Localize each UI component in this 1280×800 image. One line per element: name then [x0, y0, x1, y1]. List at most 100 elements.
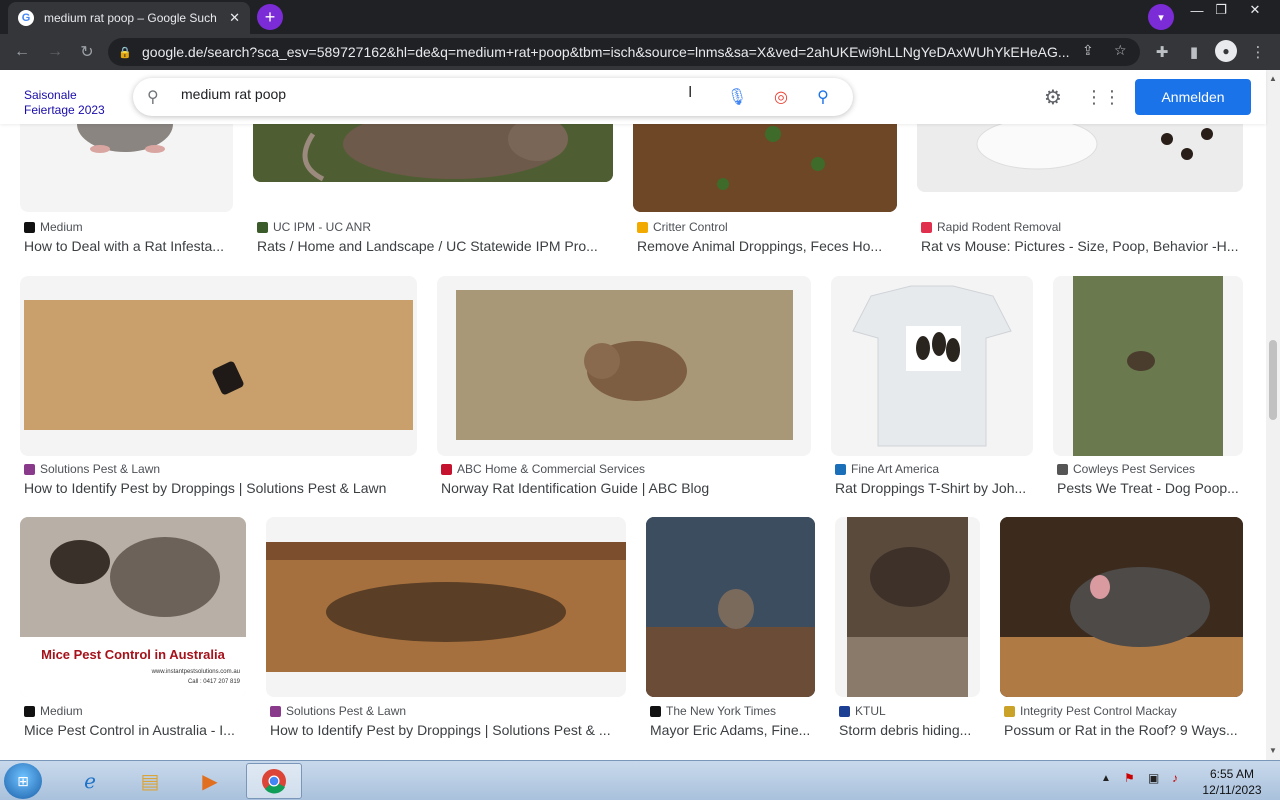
tab-title: medium rat poop – Google Such	[44, 11, 217, 25]
result-thumbnail[interactable]	[253, 124, 613, 182]
result-thumbnail[interactable]	[633, 124, 897, 212]
result-thumbnail[interactable]	[831, 276, 1033, 456]
favicon-icon	[24, 463, 35, 475]
result-source: Medium	[24, 704, 83, 718]
favicon-icon	[650, 705, 661, 717]
network-icon[interactable]: ▣	[1148, 771, 1159, 785]
result-source: Medium	[24, 220, 83, 234]
favicon-icon	[24, 705, 35, 717]
favicon-icon	[270, 705, 281, 717]
favicon-icon	[24, 221, 35, 233]
image-results-grid: Medium How to Deal with a Rat Infesta...…	[0, 124, 1266, 760]
google-apps-icon[interactable]: ⋮⋮	[1085, 85, 1121, 109]
browser-toolbar: ← → ↻ 🔒 google.de/search?sca_esv=5897271…	[0, 34, 1280, 70]
result-thumbnail[interactable]	[917, 124, 1243, 192]
windows-start-button[interactable]: ⊞	[4, 763, 42, 799]
result-title[interactable]: Possum or Rat in the Roof? 9 Ways...	[1004, 722, 1240, 738]
profile-avatar-icon[interactable]: ●	[1215, 40, 1237, 62]
favicon-icon	[835, 463, 846, 475]
favicon-icon	[921, 221, 932, 233]
reload-icon[interactable]: ↻	[76, 41, 98, 63]
ad-phone: Call : 0417 207 819	[187, 679, 240, 685]
scroll-down-arrow-icon[interactable]: ▼	[1269, 746, 1277, 755]
result-thumbnail[interactable]	[1000, 517, 1243, 697]
microphone-icon[interactable]: 🎙	[727, 87, 747, 107]
window-close-button[interactable]: ✕	[1240, 0, 1270, 20]
url-text[interactable]: google.de/search?sca_esv=589727162&hl=de…	[142, 44, 1072, 60]
favicon-icon	[257, 221, 268, 233]
ad-site: www.instantpestsolutions.com.au	[151, 669, 240, 675]
active-tab[interactable]: G medium rat poop – Google Such ✕	[8, 2, 250, 34]
media-player-icon[interactable]: ▶	[182, 763, 238, 799]
favicon-icon	[839, 705, 850, 717]
extensions-puzzle-icon[interactable]: ✚	[1152, 42, 1172, 62]
flag-icon[interactable]: ⚑	[1124, 771, 1135, 785]
signin-button[interactable]: Anmelden	[1135, 79, 1251, 115]
google-favicon-icon: G	[18, 10, 34, 26]
forward-arrow-icon[interactable]: →	[44, 41, 66, 63]
result-source: Fine Art America	[835, 462, 939, 476]
page-scrollbar[interactable]: ▲ ▼	[1266, 70, 1280, 760]
scroll-up-arrow-icon[interactable]: ▲	[1269, 74, 1277, 83]
result-title[interactable]: Rats / Home and Landscape / UC Statewide…	[257, 238, 607, 254]
result-title[interactable]: Remove Animal Droppings, Feces Ho...	[637, 238, 887, 254]
result-title[interactable]: Norway Rat Identification Guide | ABC Bl…	[441, 480, 811, 496]
result-thumbnail[interactable]	[646, 517, 815, 697]
text-cursor-icon: I	[688, 84, 693, 101]
result-thumbnail[interactable]: Mice Pest Control in Australia www.insta…	[20, 517, 246, 697]
result-title[interactable]: How to Identify Pest by Droppings | Solu…	[270, 722, 620, 738]
search-input[interactable]	[181, 86, 681, 102]
search-submit-icon[interactable]: ⚲	[813, 87, 833, 107]
file-explorer-icon[interactable]: ▤	[122, 763, 178, 799]
search-icon: ⚲	[147, 89, 159, 106]
result-title[interactable]: Rat vs Mouse: Pictures - Size, Poop, Beh…	[921, 238, 1241, 254]
tab-search-chevron-icon[interactable]: ▾	[1148, 4, 1174, 30]
favicon-icon	[1004, 705, 1015, 717]
volume-icon[interactable]: ♪	[1172, 771, 1178, 785]
result-source: Critter Control	[637, 220, 728, 234]
result-title[interactable]: How to Identify Pest by Droppings | Solu…	[24, 480, 419, 496]
result-thumbnail[interactable]	[266, 517, 626, 697]
result-source: Rapid Rodent Removal	[921, 220, 1061, 234]
result-title[interactable]: Storm debris hiding...	[839, 722, 979, 738]
share-icon[interactable]: ⇪	[1082, 42, 1094, 59]
back-arrow-icon[interactable]: ←	[11, 41, 33, 63]
show-hidden-icons-icon[interactable]: ▲	[1101, 773, 1111, 784]
result-thumbnail[interactable]	[835, 517, 980, 697]
clock-date: 12/11/2023	[1202, 783, 1262, 797]
chrome-menu-icon[interactable]: ⋮	[1248, 42, 1268, 62]
result-title[interactable]: Rat Droppings T-Shirt by Joh...	[835, 480, 1030, 496]
windows-taskbar: ⊞ ℯ ▤ ▶ ▲ ⚑ ▣ ♪ 6:55 AM 12/11/2023	[0, 760, 1280, 800]
system-clock[interactable]: 6:55 AM 12/11/2023	[1192, 766, 1272, 798]
result-title[interactable]: How to Deal with a Rat Infesta...	[24, 238, 234, 254]
chrome-taskbar-icon[interactable]	[246, 763, 302, 799]
lens-camera-icon[interactable]: ◎	[771, 87, 791, 107]
result-title[interactable]: Mice Pest Control in Australia - I...	[24, 722, 244, 738]
restore-button[interactable]: ❐	[1206, 0, 1236, 20]
ad-headline: Mice Pest Control in Australia	[41, 647, 225, 662]
side-panel-icon[interactable]: ▮	[1184, 42, 1204, 62]
result-thumbnail[interactable]	[20, 276, 417, 456]
settings-gear-icon[interactable]: ⚙	[1041, 85, 1065, 109]
bookmark-star-icon[interactable]: ☆	[1114, 42, 1127, 59]
new-tab-button[interactable]: +	[257, 4, 283, 30]
internet-explorer-icon[interactable]: ℯ	[62, 763, 118, 799]
favicon-icon	[637, 221, 648, 233]
result-source: The New York Times	[650, 704, 776, 718]
result-source: Integrity Pest Control Mackay	[1004, 704, 1177, 718]
result-thumbnail[interactable]	[437, 276, 811, 456]
tab-close-icon[interactable]: ✕	[229, 10, 240, 26]
scrollbar-thumb[interactable]	[1269, 340, 1277, 420]
search-box[interactable]: ⚲ 🎙 ◎ ⚲	[133, 78, 853, 116]
address-bar[interactable]: 🔒 google.de/search?sca_esv=589727162&hl=…	[108, 38, 1140, 66]
result-thumbnail[interactable]	[1053, 276, 1243, 456]
result-source: ABC Home & Commercial Services	[441, 462, 645, 476]
result-title[interactable]: Mayor Eric Adams, Fine...	[650, 722, 815, 738]
clock-time: 6:55 AM	[1209, 767, 1255, 781]
result-thumbnail[interactable]	[20, 124, 233, 212]
favicon-icon	[1057, 463, 1068, 475]
result-source: Solutions Pest & Lawn	[24, 462, 160, 476]
doodle-logo[interactable]: Saisonale Feiertage 2023	[24, 88, 124, 118]
result-source: Solutions Pest & Lawn	[270, 704, 406, 718]
result-title[interactable]: Pests We Treat - Dog Poop...	[1057, 480, 1242, 496]
